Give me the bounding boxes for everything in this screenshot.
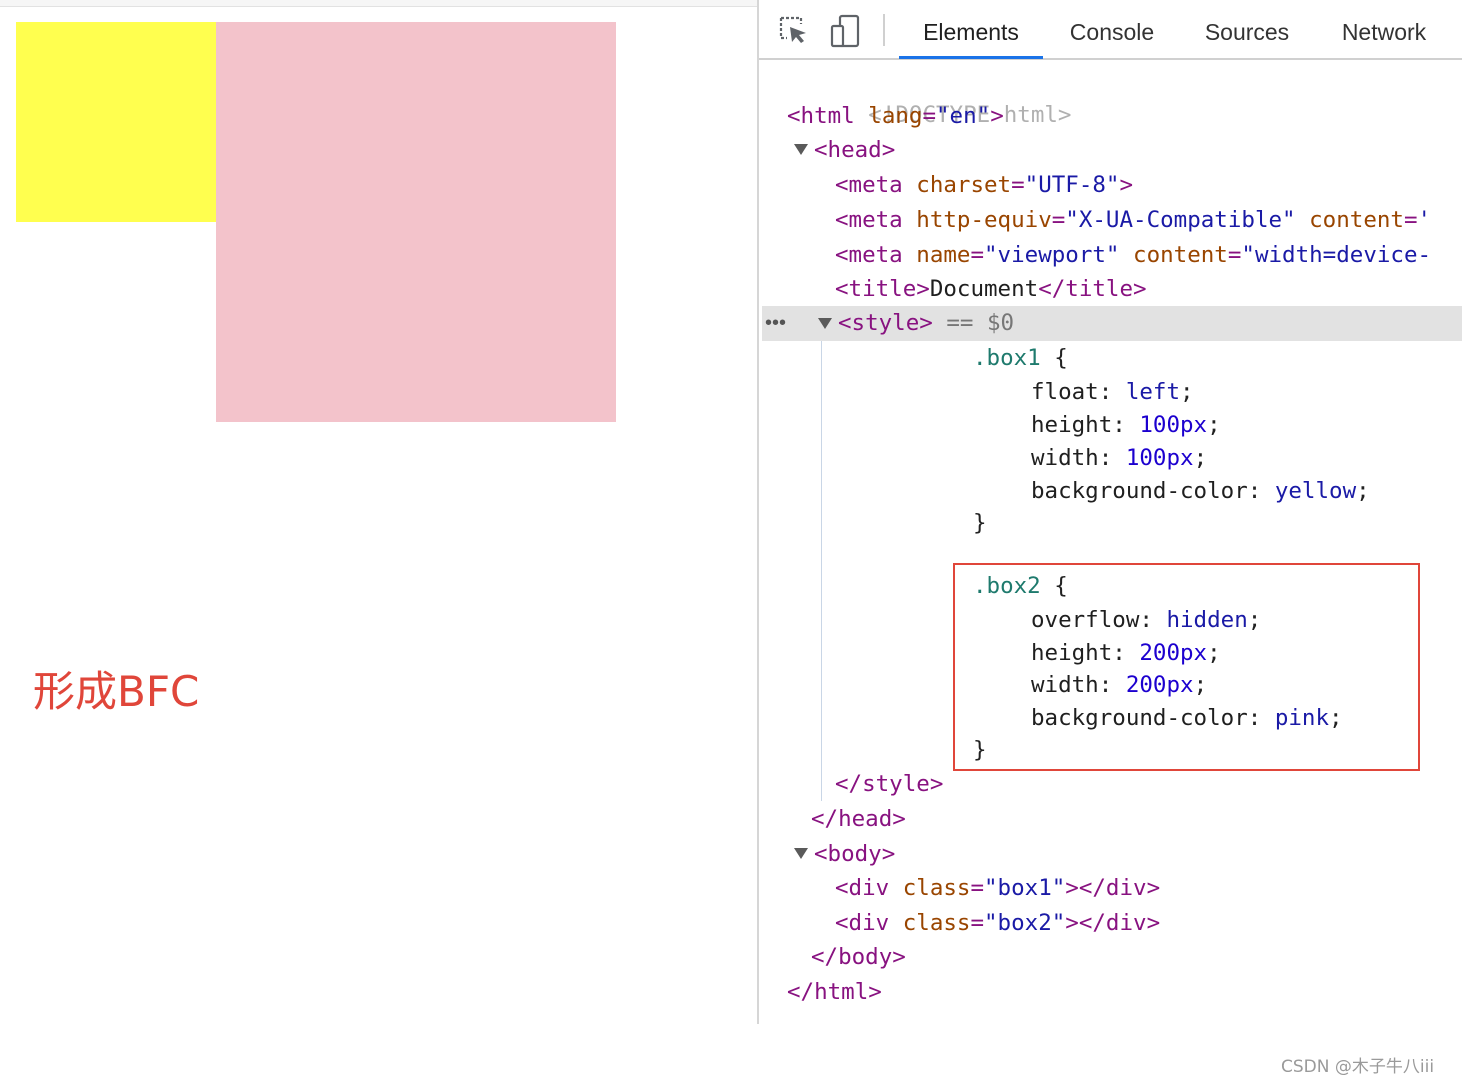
tree-line-html[interactable]: <html lang="en"> <box>787 99 1004 133</box>
tree-line-div-box2[interactable]: <div class="box2"></div> <box>835 906 1160 940</box>
tree-line-meta-charset[interactable]: <meta charset="UTF-8"> <box>835 168 1133 202</box>
devtools-toolbar: Elements Console Sources Network <box>759 0 1462 60</box>
css-prop-line: width: 200px; <box>1031 672 1208 698</box>
tree-line-html-close[interactable]: </html> <box>787 975 882 1009</box>
css-prop-line: background-color: pink; <box>1031 705 1343 731</box>
tree-line-title[interactable]: <title>Document</title> <box>835 272 1147 306</box>
tree-line-style[interactable]: <style> == $0 <box>838 306 1014 340</box>
tab-console[interactable]: Console <box>1053 0 1171 58</box>
elements-dom-tree: ••• <!DOCTYPE html> <html lang="en"> <he… <box>759 62 1462 1077</box>
tree-line-div-box1[interactable]: <div class="box1"></div> <box>835 871 1160 905</box>
browser-top-edge <box>0 0 757 7</box>
yellow-box1 <box>16 22 216 222</box>
toolbar-separator <box>883 14 885 46</box>
tree-line-body[interactable]: <body> <box>814 837 895 871</box>
expand-body-triangle-icon[interactable] <box>794 848 808 859</box>
css-close-brace: } <box>973 737 987 763</box>
css-prop-line: float: left; <box>1031 379 1194 405</box>
selected-node-hint: == $0 <box>946 310 1015 336</box>
expand-head-triangle-icon[interactable] <box>794 144 808 155</box>
tree-line-body-close[interactable]: </body> <box>811 940 906 974</box>
indent-guide <box>821 341 822 801</box>
device-toolbar-icon[interactable] <box>829 14 863 48</box>
css-prop-line: overflow: hidden; <box>1031 607 1262 633</box>
tab-sources[interactable]: Sources <box>1187 0 1307 58</box>
expand-style-triangle-icon[interactable] <box>818 318 832 329</box>
bfc-annotation: 形成BFC <box>33 667 200 716</box>
css-selector-box2: .box2 { <box>973 573 1068 599</box>
tree-line-meta-http-equiv[interactable]: <meta http-equiv="X-UA-Compatible" conte… <box>835 203 1431 237</box>
css-close-brace: } <box>973 510 987 536</box>
tab-elements[interactable]: Elements <box>899 0 1043 59</box>
css-prop-line: width: 100px; <box>1031 445 1208 471</box>
rendered-page: 形成BFC <box>0 7 757 1024</box>
css-prop-line: height: 200px; <box>1031 640 1221 666</box>
more-options-icon[interactable]: ••• <box>765 306 786 341</box>
pink-box2 <box>216 22 616 422</box>
active-tab-underline <box>899 56 1043 59</box>
tree-line-meta-viewport[interactable]: <meta name="viewport" content="width=dev… <box>835 238 1431 272</box>
css-selector-box1: .box1 { <box>973 345 1068 371</box>
css-prop-line: height: 100px; <box>1031 412 1221 438</box>
tree-line-head[interactable]: <head> <box>814 133 895 167</box>
inspect-element-icon[interactable] <box>777 14 811 48</box>
devtools-panel: Elements Console Sources Network ••• <!D… <box>757 0 1462 1077</box>
css-prop-line: background-color: yellow; <box>1031 478 1370 504</box>
csdn-watermark: CSDN @木子牛八iii <box>1281 1057 1435 1077</box>
tree-line-head-close[interactable]: </head> <box>811 802 906 836</box>
tab-network[interactable]: Network <box>1321 0 1447 58</box>
tree-line-doctype[interactable]: <!DOCTYPE html> <box>787 64 1071 128</box>
tree-line-style-close[interactable]: </style> <box>835 767 943 801</box>
